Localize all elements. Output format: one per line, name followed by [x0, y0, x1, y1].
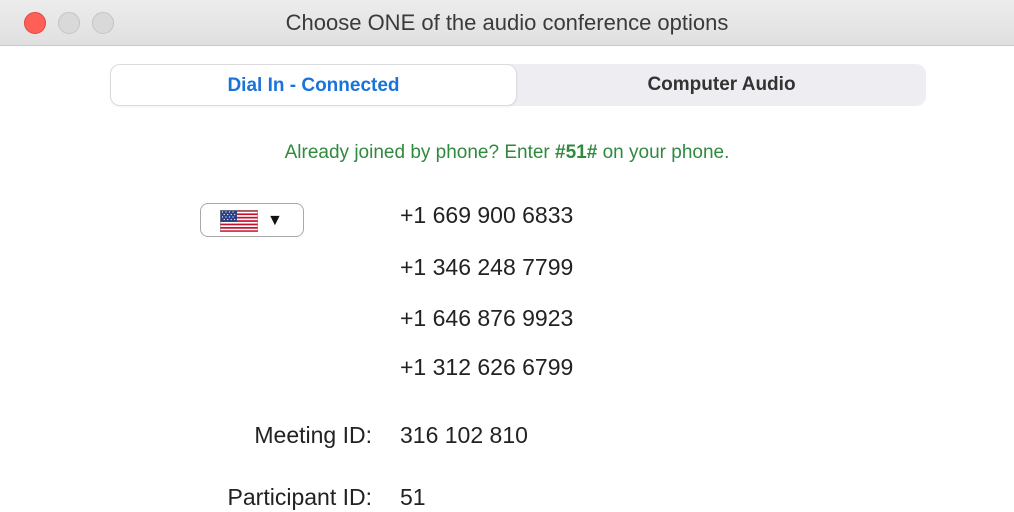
phone-number[interactable]: +1 346 248 7799 [400, 254, 573, 281]
phone-number[interactable]: +1 646 876 9923 [400, 305, 573, 332]
hint-code: #51# [555, 142, 598, 163]
tab-dial-in[interactable]: Dial In - Connected [110, 64, 517, 106]
us-flag-icon [220, 210, 258, 232]
meeting-id-value: 316 102 810 [400, 422, 528, 448]
hint-prefix: Already joined by phone? Enter [284, 142, 556, 163]
participant-id-value: 51 [400, 484, 426, 510]
phone-number[interactable]: +1 312 626 6799 [400, 354, 573, 381]
audio-options-window: Choose ONE of the audio conference optio… [0, 0, 1014, 512]
meeting-id-label: Meeting ID: [254, 422, 372, 448]
country-select[interactable]: ▼ [200, 203, 304, 237]
phone-number[interactable]: +1 669 900 6833 [400, 202, 573, 229]
dial-in-hint: Already joined by phone? Enter #51# on y… [0, 142, 1014, 164]
title-bar[interactable]: Choose ONE of the audio conference optio… [0, 0, 1014, 46]
chevron-down-icon: ▼ [267, 212, 283, 229]
audio-mode-tabs: Dial In - Connected Computer Audio [110, 64, 926, 106]
hint-suffix: on your phone. [597, 142, 730, 163]
tab-computer-audio[interactable]: Computer Audio [517, 64, 926, 106]
window-title: Choose ONE of the audio conference optio… [285, 10, 729, 35]
participant-id-label: Participant ID: [227, 484, 372, 510]
